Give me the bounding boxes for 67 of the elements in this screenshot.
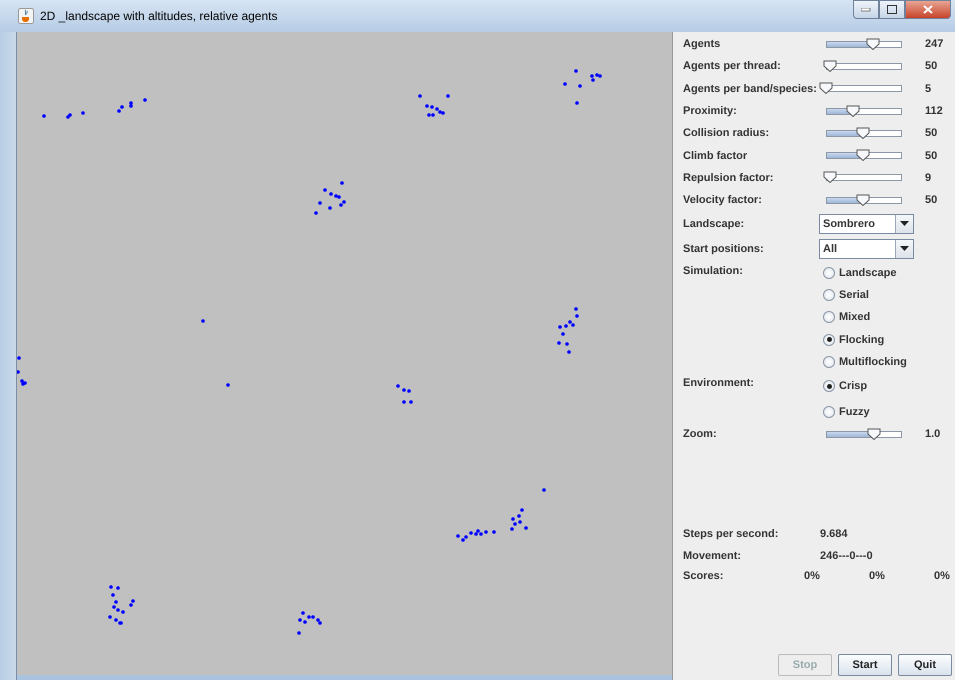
slider-thumb[interactable] — [856, 194, 870, 206]
slider-label: Climb factor — [683, 150, 748, 162]
radio-label[interactable]: Landscape — [839, 266, 896, 279]
stat-value: 9.684 — [820, 528, 848, 540]
radio-label[interactable]: Serial — [839, 288, 869, 301]
radio-button[interactable] — [823, 266, 835, 279]
action-button[interactable]: Quit — [898, 654, 952, 676]
slider-value: 50 — [925, 127, 938, 140]
slider-value: 1.0 — [925, 428, 942, 440]
caret-icon — [900, 221, 909, 226]
slider-label: Proximity: — [683, 105, 738, 118]
slider-label: Collision radius: — [683, 127, 770, 140]
slider-thumb[interactable] — [867, 428, 882, 440]
slider-value: 50 — [925, 60, 938, 72]
radio-button[interactable] — [823, 356, 835, 368]
slider-thumb[interactable] — [823, 171, 838, 184]
close-button[interactable] — [905, 0, 951, 19]
caret-icon — [900, 246, 909, 252]
slider-label: Repulsion factor: — [683, 172, 774, 184]
group-label: Environment: — [683, 376, 755, 392]
stat-value: 246---0---0 — [820, 550, 873, 562]
score-value: 0% — [934, 570, 950, 582]
slider-value: 9 — [925, 172, 932, 184]
radio-label[interactable]: Fuzzy — [839, 406, 870, 418]
slider-value: 112 — [925, 105, 944, 118]
radio-button[interactable] — [823, 288, 835, 301]
slider-thumb[interactable] — [846, 104, 860, 117]
slider-label: Zoom: — [683, 428, 718, 440]
slider-label: Agents per band/species: — [683, 82, 818, 95]
stat-label: Steps per second: — [683, 528, 780, 540]
slider-label: Velocity factor: — [683, 194, 763, 206]
stat-label: Movement: — [683, 550, 742, 562]
slider-value: 50 — [925, 194, 938, 206]
slider-thumb[interactable] — [856, 126, 870, 139]
maximize-icon — [887, 5, 897, 14]
dropdown-label: Start positions: — [683, 242, 765, 255]
dropdown-label: Landscape: — [683, 218, 746, 230]
window-title: 2D _landscape with altitudes, relative agents — [40, 9, 278, 23]
radio-button[interactable] — [823, 380, 835, 392]
slider-label: Agents per thread: — [683, 60, 782, 72]
action-button[interactable]: Start — [838, 654, 892, 676]
coffee-cup-icon — [18, 8, 34, 24]
slider-label: Agents — [683, 38, 722, 50]
radio-label[interactable]: Flocking — [839, 334, 884, 346]
maximize-button[interactable] — [879, 0, 905, 19]
slider-value: 5 — [925, 82, 932, 95]
minimize-button[interactable] — [853, 0, 879, 19]
radio-label[interactable]: Multiflocking — [839, 356, 907, 368]
radio-button[interactable] — [823, 311, 835, 324]
stat-label: Scores: — [683, 570, 724, 582]
dropdown[interactable]: All — [819, 238, 914, 259]
score-value: 0% — [804, 570, 821, 582]
dropdown[interactable]: Sombrero — [819, 214, 914, 234]
slider-thumb[interactable] — [856, 149, 870, 162]
slider-value: 50 — [925, 150, 938, 162]
score-value: 0% — [869, 570, 886, 582]
minimize-icon — [861, 8, 871, 12]
slider-thumb[interactable] — [823, 60, 838, 72]
slider-value: 247 — [925, 38, 944, 50]
slider-thumb[interactable] — [866, 38, 880, 50]
group-label: Simulation: — [683, 264, 744, 280]
radio-button[interactable] — [823, 406, 835, 418]
radio-label[interactable]: Mixed — [839, 311, 870, 324]
radio-label[interactable]: Crisp — [839, 380, 868, 392]
radio-button[interactable] — [823, 334, 835, 346]
slider-thumb[interactable] — [819, 82, 833, 94]
close-icon — [923, 5, 933, 14]
